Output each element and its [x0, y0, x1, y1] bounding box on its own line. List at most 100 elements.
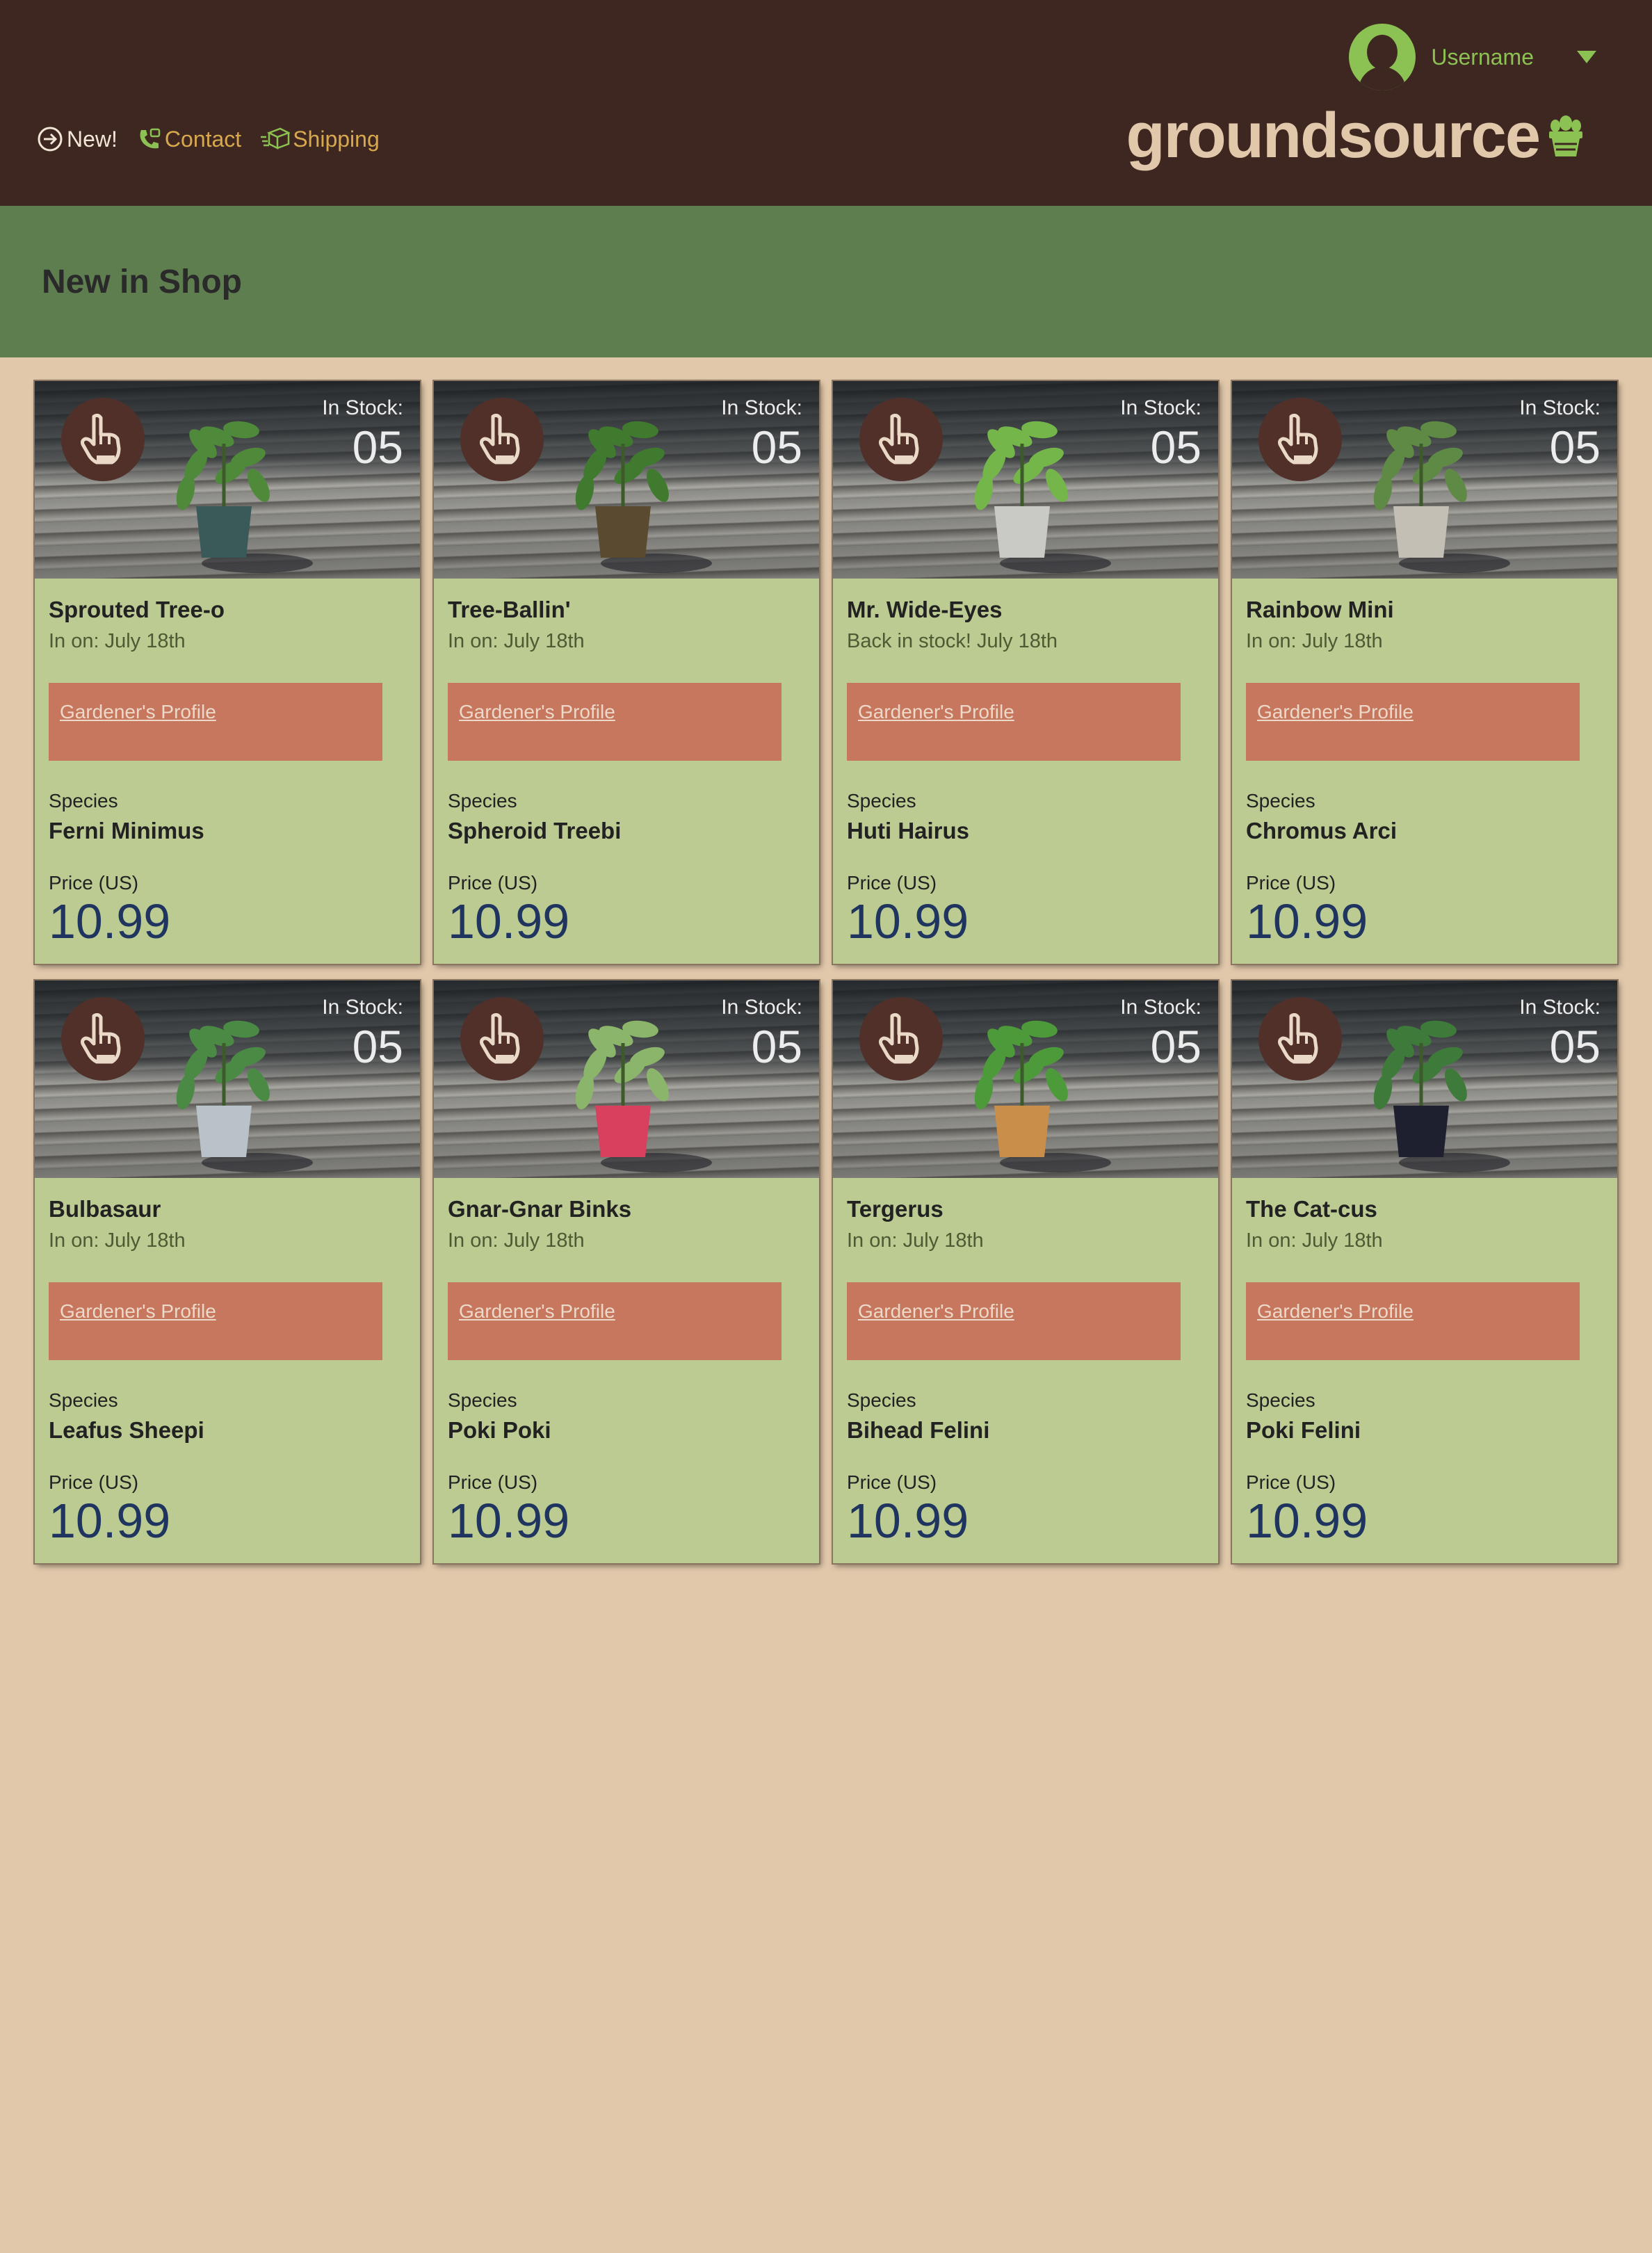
pointing-hand-icon: [879, 1013, 919, 1064]
nav-contact-link[interactable]: Contact: [136, 126, 241, 152]
product-name[interactable]: Tree-Ballin': [448, 597, 571, 623]
nav-new-link[interactable]: New!: [36, 125, 118, 153]
species-name: Chromus Arci: [1246, 818, 1397, 843]
section-banner: New in Shop: [0, 206, 1652, 357]
gardener-profile-box: Gardener's Profile: [847, 683, 1181, 761]
product-card[interactable]: In Stock: 05 Bulbasaur In on: July 18th …: [33, 979, 421, 1565]
select-product-button[interactable]: [1258, 997, 1342, 1081]
stock-label: In Stock:: [1120, 396, 1201, 419]
product-card[interactable]: In Stock: 05 Mr. Wide-Eyes Back in stock…: [832, 380, 1220, 965]
select-product-button[interactable]: [1258, 398, 1342, 481]
product-name[interactable]: The Cat-cus: [1246, 1196, 1377, 1222]
arrival-date: In on: July 18th: [448, 1229, 585, 1252]
price-label: Price (US): [49, 872, 139, 894]
product-card[interactable]: In Stock: 05 Tree-Ballin' In on: July 18…: [432, 380, 820, 965]
gardener-profile-link[interactable]: Gardener's Profile: [60, 1300, 216, 1322]
stock-count: 05: [1549, 421, 1601, 473]
brand-logo[interactable]: groundsource: [1126, 97, 1585, 174]
species-label: Species: [847, 1389, 916, 1411]
select-product-button[interactable]: [859, 398, 943, 481]
gardener-profile-link[interactable]: Gardener's Profile: [459, 1300, 615, 1322]
product-photo[interactable]: In Stock: 05: [434, 980, 819, 1178]
product-card[interactable]: In Stock: 05 Sprouted Tree-o In on: July…: [33, 380, 421, 965]
product-name[interactable]: Mr. Wide-Eyes: [847, 597, 1002, 623]
stock-count: 05: [352, 1021, 403, 1072]
select-product-button[interactable]: [460, 398, 544, 481]
stock-label: In Stock:: [1120, 996, 1201, 1019]
product-name[interactable]: Sprouted Tree-o: [49, 597, 225, 623]
gardener-profile-link[interactable]: Gardener's Profile: [1257, 701, 1414, 722]
product-photo[interactable]: In Stock: 05: [35, 980, 420, 1178]
product-price: 10.99: [49, 894, 171, 948]
cactus-pot-icon: [1549, 115, 1582, 156]
species-name: Spheroid Treebi: [448, 818, 622, 843]
pointing-hand-icon: [480, 1013, 520, 1064]
stock-label: In Stock:: [1519, 996, 1601, 1019]
gardener-profile-box: Gardener's Profile: [1246, 683, 1580, 761]
species-name: Bihead Felini: [847, 1417, 990, 1443]
stock-count: 05: [1549, 1021, 1601, 1072]
species-label: Species: [49, 1389, 118, 1411]
select-product-button[interactable]: [460, 997, 544, 1081]
gardener-profile-link[interactable]: Gardener's Profile: [1257, 1300, 1414, 1322]
stock-label: In Stock:: [322, 396, 403, 419]
product-card[interactable]: In Stock: 05 Tergerus In on: July 18th G…: [832, 979, 1220, 1565]
stock-count: 05: [751, 421, 802, 473]
select-product-button[interactable]: [61, 398, 145, 481]
arrival-date: In on: July 18th: [49, 630, 186, 652]
gardener-profile-link[interactable]: Gardener's Profile: [60, 701, 216, 722]
brand-wordmark: groundsource: [1126, 100, 1541, 171]
product-price: 10.99: [49, 1494, 171, 1548]
product-price: 10.99: [1246, 894, 1368, 948]
price-label: Price (US): [49, 1471, 139, 1493]
arrival-date: In on: July 18th: [847, 1229, 984, 1252]
arrival-date: In on: July 18th: [1246, 630, 1383, 652]
species-label: Species: [49, 790, 118, 811]
user-menu[interactable]: Username: [1349, 24, 1596, 90]
species-name: Poki Poki: [448, 1417, 551, 1443]
pointing-hand-icon: [1278, 414, 1318, 465]
stock-count: 05: [352, 421, 403, 473]
product-price: 10.99: [847, 894, 969, 948]
product-name[interactable]: Gnar-Gnar Binks: [448, 1196, 631, 1222]
product-photo[interactable]: In Stock: 05: [434, 381, 819, 579]
product-card[interactable]: In Stock: 05 The Cat-cus In on: July 18t…: [1231, 979, 1619, 1565]
gardener-profile-link[interactable]: Gardener's Profile: [858, 1300, 1014, 1322]
package-icon: [261, 127, 291, 150]
chevron-down-icon[interactable]: [1577, 51, 1596, 63]
stock-count: 05: [751, 1021, 802, 1072]
gardener-profile-box: Gardener's Profile: [847, 1282, 1181, 1360]
product-card[interactable]: In Stock: 05 Gnar-Gnar Binks In on: July…: [432, 979, 820, 1565]
pointing-hand-icon: [1278, 1013, 1318, 1064]
stock-label: In Stock:: [322, 996, 403, 1019]
username-label[interactable]: Username: [1431, 45, 1534, 70]
product-card[interactable]: In Stock: 05 Rainbow Mini In on: July 18…: [1231, 380, 1619, 965]
product-name[interactable]: Bulbasaur: [49, 1196, 161, 1222]
product-photo[interactable]: In Stock: 05: [35, 381, 420, 579]
pointing-hand-icon: [879, 414, 919, 465]
product-photo[interactable]: In Stock: 05: [833, 980, 1218, 1178]
arrival-date: Back in stock! July 18th: [847, 630, 1058, 652]
nav-new-label: New!: [67, 126, 118, 152]
arrow-circle-icon: [38, 127, 63, 152]
product-photo[interactable]: In Stock: 05: [1232, 980, 1617, 1178]
species-name: Poki Felini: [1246, 1417, 1361, 1443]
product-photo[interactable]: In Stock: 05: [1232, 381, 1617, 579]
arrival-date: In on: July 18th: [448, 630, 585, 652]
gardener-profile-link[interactable]: Gardener's Profile: [858, 701, 1014, 722]
user-avatar-icon[interactable]: [1349, 24, 1416, 90]
pointing-hand-icon: [480, 414, 520, 465]
select-product-button[interactable]: [859, 997, 943, 1081]
nav-shipping-link[interactable]: Shipping: [259, 126, 380, 152]
product-price: 10.99: [448, 894, 570, 948]
select-product-button[interactable]: [61, 997, 145, 1081]
nav-contact-label: Contact: [164, 126, 242, 152]
gardener-profile-link[interactable]: Gardener's Profile: [459, 701, 615, 722]
product-grid: In Stock: 05 Sprouted Tree-o In on: July…: [33, 380, 1619, 1565]
product-name[interactable]: Tergerus: [847, 1196, 944, 1222]
arrival-date: In on: July 18th: [49, 1229, 186, 1252]
top-nav: New! Contact Shipping: [36, 125, 380, 153]
product-price: 10.99: [847, 1494, 969, 1548]
product-name[interactable]: Rainbow Mini: [1246, 597, 1394, 623]
product-photo[interactable]: In Stock: 05: [833, 381, 1218, 579]
